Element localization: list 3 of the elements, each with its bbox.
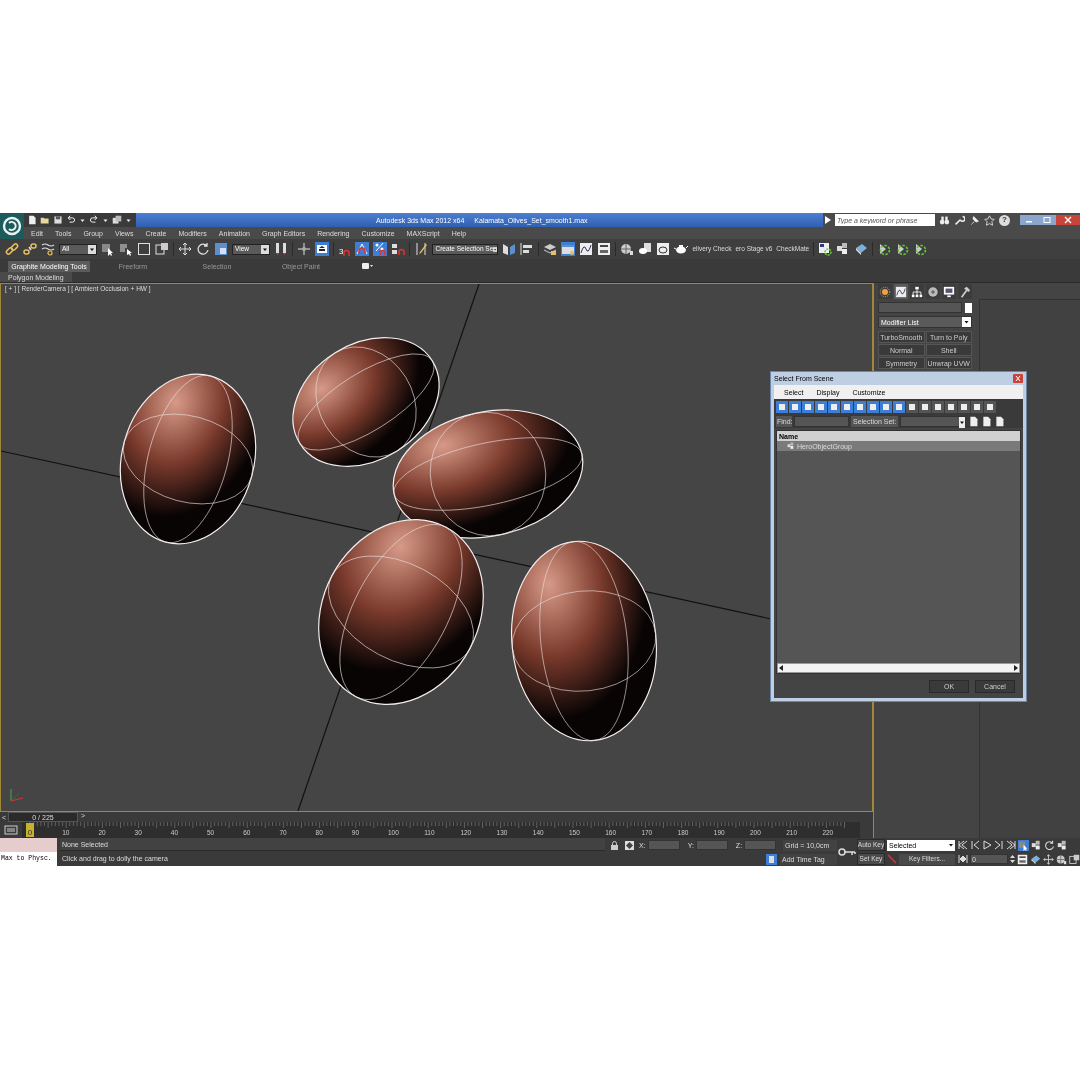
help-button[interactable]: ? [999,214,1010,226]
snap-toggle-button[interactable]: 3 [338,242,352,256]
frame-marker[interactable]: 0 [26,823,34,837]
